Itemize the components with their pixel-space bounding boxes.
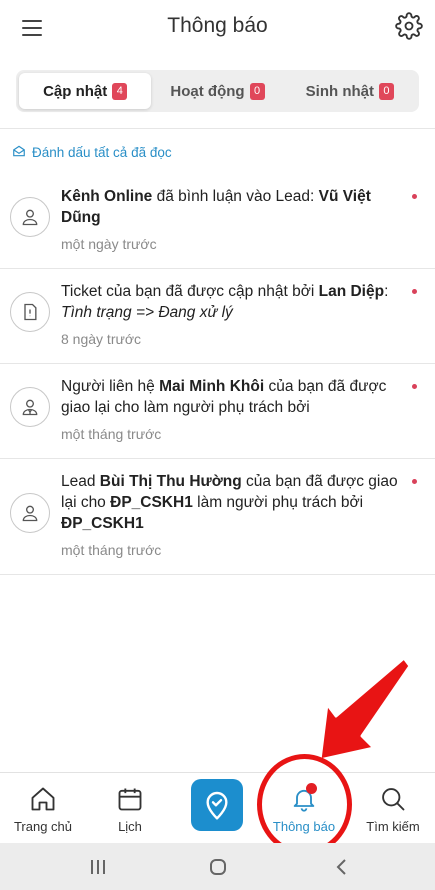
unread-dot	[306, 783, 317, 794]
mark-all-read-button[interactable]: Đánh dấu tất cả đã đọc	[12, 144, 172, 161]
page-title: Thông báo	[167, 14, 268, 37]
notification-message: Người liên hệ Mai Minh Khôi của bạn đã đ…	[61, 376, 405, 418]
bottom-navigation: Trang chủ Lịch Thông báo Tìm kiếm	[0, 772, 435, 842]
message-text: Ticket của bạn đã được cập nhật bởi	[61, 283, 319, 300]
bold-text: Kênh Online	[61, 188, 153, 205]
nav-search[interactable]: Tìm kiếm	[358, 773, 428, 843]
bold-text: Bùi Thị Thu Hường	[99, 473, 242, 490]
mark-all-read-label: Đánh dấu tất cả đã đọc	[32, 145, 172, 160]
notification-time: 8 ngày trước	[61, 331, 142, 347]
user-icon	[10, 492, 50, 533]
nav-checkin[interactable]	[186, 773, 248, 843]
gear-icon[interactable]	[395, 12, 423, 40]
notification-tabs: Cập nhật 4 Hoạt động 0 Sinh nhật 0	[16, 70, 419, 112]
tab-label: Sinh nhật	[305, 82, 374, 100]
calendar-icon	[114, 783, 146, 815]
nav-calendar-label: Lịch	[118, 819, 142, 834]
count-badge: 0	[249, 82, 265, 100]
tab-updates[interactable]: Cập nhật 4	[19, 73, 152, 109]
nav-notifications-label: Thông báo	[272, 819, 336, 834]
notification-message: Lead Bùi Thị Thu Hường của bạn đã được g…	[61, 471, 405, 534]
notification-item[interactable]: Kênh Online đã bình luận vào Lead: Vũ Vi…	[0, 174, 435, 269]
annotation-arrow	[318, 656, 412, 762]
nav-home-label: Trang chủ	[13, 819, 73, 834]
ticket-icon	[10, 292, 50, 332]
divider	[0, 128, 435, 129]
back-icon[interactable]	[330, 855, 354, 879]
notification-time: một tháng trước	[61, 542, 162, 558]
message-text: Người liên hệ	[61, 378, 160, 395]
count-badge: 0	[378, 82, 394, 100]
notification-list: Kênh Online đã bình luận vào Lead: Vũ Vi…	[0, 174, 435, 575]
nav-home[interactable]: Trang chủ	[8, 773, 78, 843]
count-badge: 4	[112, 82, 128, 100]
bold-text: Lan Diệp	[318, 283, 385, 300]
contact-icon	[10, 387, 50, 427]
message-text: Lead	[61, 473, 100, 490]
notification-time: một ngày trước	[61, 236, 157, 252]
tab-birthdays[interactable]: Sinh nhật 0	[284, 73, 416, 109]
tab-activity[interactable]: Hoạt động 0	[151, 73, 283, 109]
home-icon	[27, 783, 59, 815]
app-header: Thông báo	[0, 0, 435, 56]
unread-dot	[412, 289, 417, 294]
nav-calendar[interactable]: Lịch	[95, 773, 165, 843]
nav-search-label: Tìm kiếm	[366, 819, 420, 834]
envelope-open-icon	[12, 144, 26, 161]
home-system-icon[interactable]	[206, 855, 230, 879]
unread-dot	[412, 384, 417, 389]
bold-text: Mai Minh Khôi	[159, 378, 265, 395]
notification-message: Ticket của bạn đã được cập nhật bởi Lan …	[61, 281, 405, 323]
notification-item[interactable]: Người liên hệ Mai Minh Khôi của bạn đã đ…	[0, 364, 435, 459]
tab-label: Hoạt động	[170, 82, 245, 100]
unread-dot	[412, 194, 417, 199]
unread-dot	[412, 479, 417, 484]
checkin-fab-button[interactable]	[191, 779, 243, 831]
nav-notifications[interactable]: Thông báo	[262, 773, 346, 843]
tab-label: Cập nhật	[43, 82, 108, 100]
message-text: đã bình luận vào Lead:	[152, 188, 319, 205]
notification-message: Kênh Online đã bình luận vào Lead: Vũ Vi…	[61, 186, 405, 228]
search-icon	[377, 783, 409, 815]
bold-text: ĐP_CSKH1	[61, 515, 144, 532]
notification-time: một tháng trước	[61, 426, 162, 442]
italic-text: Tình trạng => Đang xử lý	[61, 304, 233, 321]
recent-apps-icon[interactable]	[86, 855, 110, 879]
notification-item[interactable]: Ticket của bạn đã được cập nhật bởi Lan …	[0, 269, 435, 364]
message-text: làm người phụ trách bởi	[192, 494, 364, 511]
bold-text: ĐP_CSKH1	[110, 494, 193, 511]
user-icon	[10, 197, 50, 237]
notification-item[interactable]: Lead Bùi Thị Thu Hường của bạn đã được g…	[0, 459, 435, 575]
system-navigation-bar	[0, 843, 435, 890]
message-text: :	[384, 283, 389, 300]
